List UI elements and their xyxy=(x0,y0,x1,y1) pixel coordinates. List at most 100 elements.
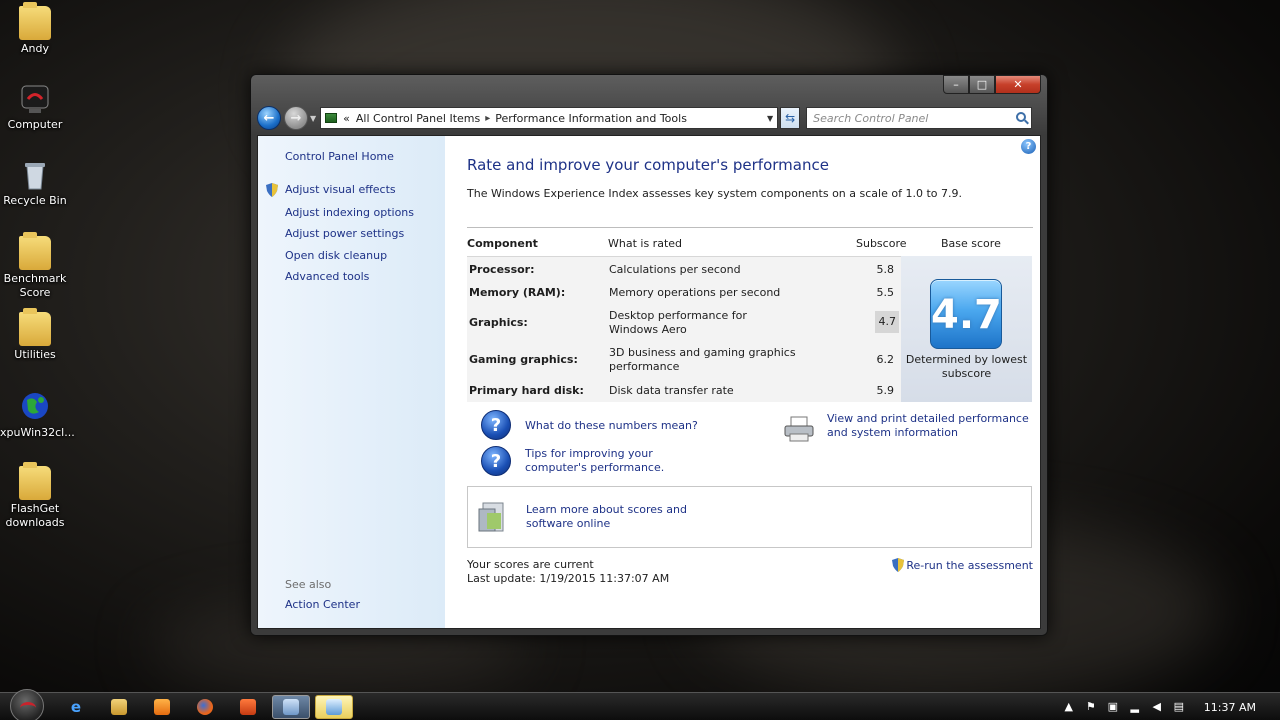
desktop-icon-label: Recycle Bin xyxy=(3,194,67,207)
refresh-button[interactable]: ⇆ xyxy=(780,107,801,129)
subscore-value: 5.8 xyxy=(876,263,895,276)
uac-shield-icon xyxy=(892,558,905,572)
sidebar: Control Panel Home Adjust visual effects… xyxy=(258,136,445,628)
base-score-panel: 4.7 Determined by lowest subscore xyxy=(901,256,1032,402)
breadcrumb-separator[interactable]: ▸ xyxy=(485,113,490,124)
device-icon[interactable]: ▣ xyxy=(1106,700,1120,714)
address-bar[interactable]: « All Control Panel Items ▸ Performance … xyxy=(320,107,779,129)
action-center-flag-icon[interactable]: ⚑ xyxy=(1084,700,1098,714)
component-name: Graphics: xyxy=(469,316,528,329)
show-hidden-icons-icon[interactable]: ▲ xyxy=(1062,700,1076,714)
header-subscore: Subscore xyxy=(856,237,907,250)
desktop-icon-utilities[interactable]: Utilities xyxy=(0,308,70,362)
taskbar-control-panel[interactable] xyxy=(272,695,310,719)
control-panel-icon xyxy=(283,699,299,715)
see-also-label: See also xyxy=(285,578,332,591)
desktop-icon-label: Utilities xyxy=(14,348,56,361)
navigation-bar: ← → ▼ « All Control Panel Items ▸ Perfor… xyxy=(257,105,1041,131)
learn-more-link[interactable]: Learn more about scores and software onl… xyxy=(526,503,726,531)
breadcrumb-performance[interactable]: Performance Information and Tools xyxy=(495,112,687,125)
control-panel-icon xyxy=(325,113,338,123)
view-print-details-link[interactable]: View and print detailed performance and … xyxy=(827,412,1033,440)
desktop-icon-andy[interactable]: Andy xyxy=(0,2,70,56)
firefox-icon xyxy=(197,699,213,715)
chevron-down-icon[interactable]: ▼ xyxy=(767,114,773,123)
tips-improving-link[interactable]: Tips for improving your computer's perfo… xyxy=(525,447,715,475)
action-center-link[interactable]: Action Center xyxy=(285,598,360,611)
search-input[interactable]: Search Control Panel xyxy=(806,107,1033,129)
folder-icon xyxy=(19,232,51,270)
maximize-button[interactable]: □ xyxy=(969,75,995,94)
close-button[interactable]: ✕ xyxy=(995,75,1041,94)
breadcrumb-overflow[interactable]: « xyxy=(343,112,350,125)
search-icon[interactable] xyxy=(1016,112,1027,122)
explorer-icon xyxy=(111,699,127,715)
last-update: Last update: 1/19/2015 11:37:07 AM xyxy=(467,572,670,585)
advanced-tools-link[interactable]: Advanced tools xyxy=(285,270,369,283)
printer-icon xyxy=(784,416,814,442)
adjust-power-settings-link[interactable]: Adjust power settings xyxy=(285,227,404,240)
help-icon[interactable]: ? xyxy=(1021,139,1036,154)
software-box-icon xyxy=(478,502,504,532)
search-placeholder: Search Control Panel xyxy=(813,111,929,125)
header-component: Component xyxy=(467,237,538,250)
desktop-icon-xpuwin32[interactable]: xpuWin32cl... xyxy=(0,390,75,440)
arrow-right-icon: → xyxy=(290,110,302,126)
rated-description: Disk data transfer rate xyxy=(609,384,734,397)
adjust-visual-effects-link[interactable]: Adjust visual effects xyxy=(285,183,396,196)
folder-icon xyxy=(19,308,51,346)
taskbar: e ▲ ⚑ ▣ ▂ ◀ ▤ 11:37 AM xyxy=(0,689,1280,720)
taskbar-internet-explorer[interactable]: e xyxy=(57,695,95,719)
window-content: Control Panel Home Adjust visual effects… xyxy=(257,135,1041,629)
taskbar-media-player[interactable] xyxy=(143,695,181,719)
window-controls: – □ ✕ xyxy=(943,75,1041,94)
divider xyxy=(467,227,1033,228)
network-signal-icon[interactable]: ▂ xyxy=(1128,700,1142,714)
base-score-caption: Determined by lowest subscore xyxy=(905,353,1028,380)
taskbar-firefox[interactable] xyxy=(186,695,224,719)
internet-explorer-icon: e xyxy=(70,698,82,716)
performance-tool-icon xyxy=(326,699,342,715)
subscore-value: 5.5 xyxy=(876,286,895,299)
computer-icon xyxy=(19,82,51,116)
desktop-icon-label: Computer xyxy=(7,118,63,131)
desktop-icon-benchmark-score[interactable]: Benchmark Score xyxy=(0,232,70,300)
taskbar-mail[interactable] xyxy=(229,695,267,719)
desktop-icon-flashget[interactable]: FlashGet downloads xyxy=(0,462,70,530)
desktop-icon-label: Benchmark Score xyxy=(3,272,67,299)
lowest-subscore-value: 4.7 xyxy=(875,311,899,333)
adjust-indexing-options-link[interactable]: Adjust indexing options xyxy=(285,206,414,219)
open-disk-cleanup-link[interactable]: Open disk cleanup xyxy=(285,249,387,262)
subscore-value: 6.2 xyxy=(876,353,895,366)
recycle-bin-icon xyxy=(19,158,51,192)
minimize-button[interactable]: – xyxy=(943,75,969,94)
keyboard-icon[interactable]: ▤ xyxy=(1172,700,1186,714)
system-clock[interactable]: 11:37 AM xyxy=(1204,701,1256,714)
score-table: Processor: Calculations per second 5.8 M… xyxy=(467,256,901,402)
desktop-icon-computer[interactable]: Computer xyxy=(0,82,70,132)
control-panel-home-link[interactable]: Control Panel Home xyxy=(285,150,394,163)
taskbar-explorer[interactable] xyxy=(100,695,138,719)
recent-pages-dropdown[interactable]: ▼ xyxy=(310,114,316,123)
mail-icon xyxy=(240,699,256,715)
desktop-icon-recycle-bin[interactable]: Recycle Bin xyxy=(0,158,70,208)
component-name: Processor: xyxy=(469,263,535,276)
back-button[interactable]: ← xyxy=(257,106,281,130)
rerun-assessment-link[interactable]: Re-run the assessment xyxy=(892,558,1033,572)
control-panel-window: – □ ✕ ← → ▼ « All Control Panel Items ▸ … xyxy=(250,74,1048,636)
forward-button[interactable]: → xyxy=(284,106,308,130)
breadcrumb-all-items[interactable]: All Control Panel Items xyxy=(356,112,480,125)
what-numbers-mean-link[interactable]: What do these numbers mean? xyxy=(525,419,698,433)
system-tray: ▲ ⚑ ▣ ▂ ◀ ▤ 11:37 AM xyxy=(1058,693,1280,720)
header-base-score: Base score xyxy=(941,237,1001,250)
rated-description: 3D business and gaming graphics performa… xyxy=(609,346,796,373)
subscore-value: 5.9 xyxy=(876,384,895,397)
volume-icon[interactable]: ◀ xyxy=(1150,700,1164,714)
rated-description: Desktop performance for Windows Aero xyxy=(609,309,747,336)
rerun-assessment-label: Re-run the assessment xyxy=(906,558,1033,572)
desktop-icon-label: FlashGet downloads xyxy=(5,502,65,529)
taskbar-performance-tool[interactable] xyxy=(315,695,353,719)
start-button[interactable] xyxy=(10,689,44,720)
shortcut-folder-icon xyxy=(19,462,51,500)
page-title: Rate and improve your computer's perform… xyxy=(467,156,829,174)
